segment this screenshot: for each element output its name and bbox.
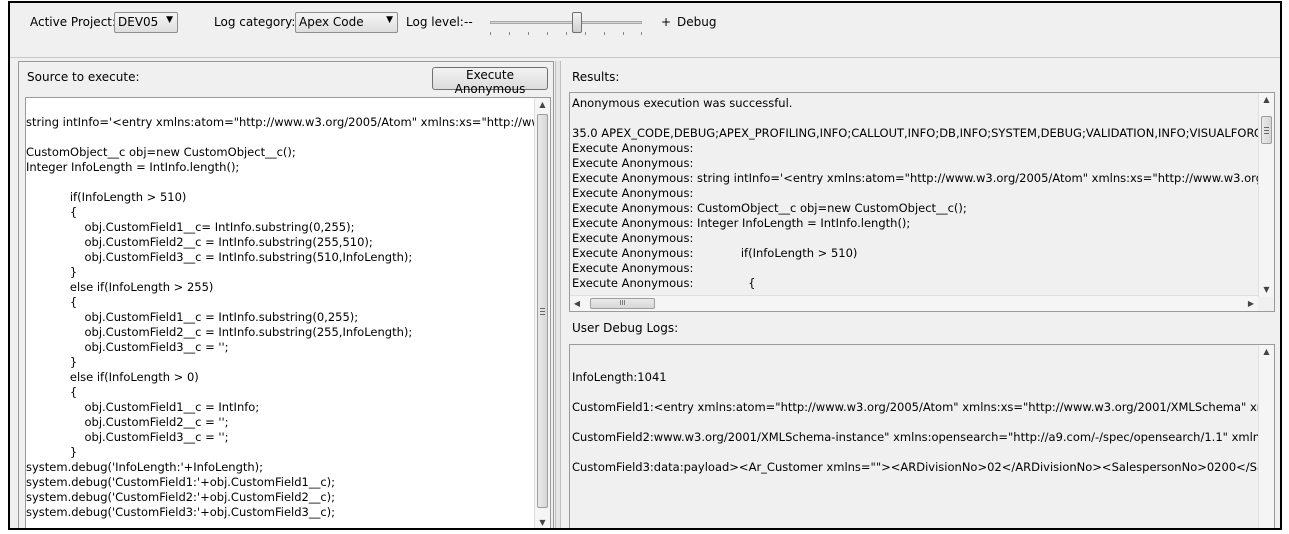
results-horizontal-scrollbar[interactable]: ◀ III ▶	[570, 295, 1258, 311]
editor-scroll-thumb[interactable]	[537, 114, 548, 508]
scroll-up-icon[interactable]: ▲	[1259, 345, 1274, 359]
results-panel-title: Results:	[572, 70, 620, 84]
scroll-down-icon[interactable]: ▼	[1259, 283, 1274, 297]
debug-logs-output[interactable]: InfoLength:1041 CustomField1:<entry xmln…	[569, 344, 1275, 528]
chevron-down-icon: ▼	[386, 15, 393, 25]
log-level-label: Log level:	[406, 15, 464, 29]
log-category-select[interactable]: Apex Code ▼	[295, 12, 398, 33]
debug-logs-text[interactable]: InfoLength:1041 CustomField1:<entry xmln…	[572, 362, 1258, 482]
app-window: Active Project: DEV05 ▼ Log category: Ap…	[8, 1, 1282, 530]
active-project-value: DEV05	[118, 15, 159, 29]
source-code[interactable]: string intInfo='<entry xmlns:atom="http:…	[26, 115, 534, 520]
log-category-label: Log category:	[214, 15, 296, 29]
active-project-label: Active Project:	[30, 15, 117, 29]
log-category-value: Apex Code	[299, 15, 364, 29]
log-level-slider-track[interactable]	[490, 21, 642, 24]
execute-anonymous-button[interactable]: Execute Anonymous	[432, 67, 548, 96]
scroll-left-icon[interactable]: ◀	[570, 296, 584, 311]
source-panel-title: Source to execute:	[27, 70, 140, 84]
debug-logs-title: User Debug Logs:	[572, 321, 679, 335]
log-level-slider-thumb[interactable]	[572, 12, 582, 33]
log-level-value: Debug	[677, 15, 717, 29]
scroll-up-icon[interactable]: ▲	[1259, 93, 1274, 107]
results-hscroll-thumb[interactable]: III	[590, 298, 655, 309]
chevron-down-icon: ▼	[166, 15, 173, 25]
results-vertical-scrollbar[interactable]: ▲ ▼	[1258, 93, 1274, 297]
logs-vertical-scrollbar[interactable]: ▲	[1258, 345, 1274, 528]
scroll-up-icon[interactable]: ▲	[535, 98, 550, 112]
results-text[interactable]: Anonymous execution was successful. 35.0…	[572, 96, 1258, 292]
results-scroll-thumb[interactable]	[1261, 116, 1272, 144]
results-output[interactable]: Anonymous execution was successful. 35.0…	[569, 92, 1275, 312]
log-level-plus: +	[661, 15, 672, 29]
pane-splitter[interactable]	[555, 61, 561, 528]
log-level-min: --	[464, 15, 473, 29]
active-project-select[interactable]: DEV05 ▼	[114, 12, 178, 33]
editor-vertical-scrollbar[interactable]: ▲ ▼	[534, 98, 550, 528]
scroll-down-icon[interactable]: ▼	[535, 516, 550, 528]
toolbar: Active Project: DEV05 ▼ Log category: Ap…	[10, 3, 1280, 51]
source-code-editor[interactable]: string intInfo='<entry xmlns:atom="http:…	[25, 97, 551, 528]
toolbar-divider	[10, 57, 1280, 58]
log-level-slider-ticks	[490, 32, 642, 36]
scroll-right-icon[interactable]: ▶	[1244, 296, 1258, 311]
